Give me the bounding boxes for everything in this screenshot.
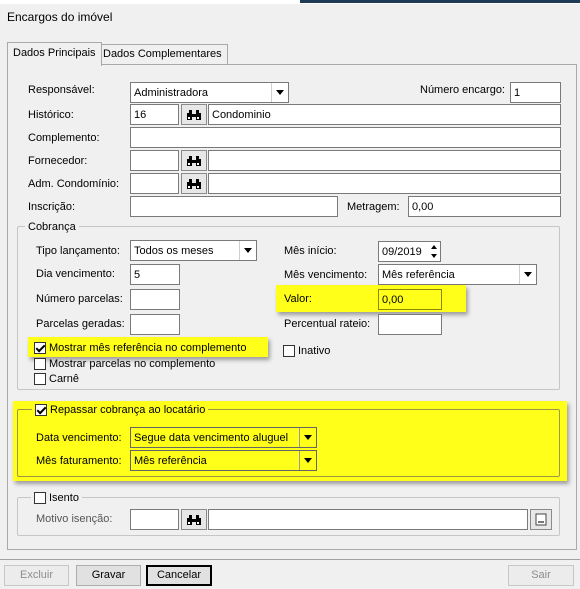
- cancelar-button[interactable]: Cancelar: [146, 565, 212, 586]
- responsavel-label: Responsável:: [28, 84, 95, 96]
- mes-inicio-label: Mês início:: [284, 245, 337, 257]
- spin-down-icon[interactable]: [431, 253, 437, 258]
- tipo-lancamento-select[interactable]: Todos os meses: [130, 240, 257, 261]
- isento-checkbox[interactable]: Isento: [31, 491, 82, 505]
- motivo-code-field[interactable]: [130, 509, 179, 530]
- data-vencimento-value: Segue data vencimento aluguel: [134, 432, 289, 444]
- complemento-field[interactable]: [130, 127, 561, 148]
- checkbox-checked-icon[interactable]: [35, 404, 47, 416]
- valor-field[interactable]: 0,00: [378, 289, 442, 310]
- spin-buttons[interactable]: [429, 243, 439, 260]
- inscricao-label: Inscrição:: [28, 201, 76, 213]
- adm-condominio-desc-field[interactable]: [208, 173, 561, 194]
- mes-inicio-value: 09/2019: [382, 246, 422, 258]
- excluir-button[interactable]: Excluir: [4, 565, 69, 586]
- mes-vencimento-select[interactable]: Mês referência: [378, 264, 537, 285]
- binoculars-icon: [187, 514, 201, 525]
- adm-condominio-search-button[interactable]: [181, 173, 207, 194]
- checkbox-checked-icon[interactable]: [34, 342, 46, 354]
- sair-button[interactable]: Sair: [508, 565, 574, 586]
- metragem-field[interactable]: 0,00: [408, 196, 561, 217]
- checkbox-icon[interactable]: [34, 373, 46, 385]
- mes-faturamento-select[interactable]: Mês referência: [130, 450, 317, 471]
- fornecedor-label: Fornecedor:: [28, 155, 88, 167]
- document-edit-icon: [535, 513, 547, 526]
- dia-vencimento-label: Dia vencimento:: [36, 268, 115, 280]
- historico-label: Histórico:: [28, 109, 74, 121]
- percentual-rateio-field[interactable]: [378, 314, 442, 335]
- cobranca-legend: Cobrança: [25, 220, 79, 234]
- checkbox-icon[interactable]: [34, 358, 46, 370]
- tab-dados-principais[interactable]: Dados Principais: [7, 42, 102, 66]
- mes-vencimento-label: Mês vencimento:: [284, 269, 368, 281]
- fornecedor-desc-field[interactable]: [208, 150, 561, 171]
- chevron-down-icon[interactable]: [519, 265, 536, 284]
- data-vencimento-label: Data vencimento:: [36, 432, 122, 444]
- chevron-down-icon[interactable]: [299, 428, 316, 447]
- tipo-lancamento-label: Tipo lançamento:: [36, 245, 120, 257]
- mes-inicio-field[interactable]: 09/2019: [378, 241, 441, 262]
- mostrar-parcelas-label: Mostrar parcelas no complemento: [49, 358, 216, 370]
- metragem-label: Metragem:: [347, 201, 400, 213]
- numero-encargo-field[interactable]: 1: [510, 82, 561, 103]
- tab-dados-complementares[interactable]: Dados Complementares: [97, 44, 228, 64]
- checkbox-icon[interactable]: [34, 492, 46, 504]
- mes-vencimento-value: Mês referência: [382, 269, 455, 281]
- inativo-checkbox[interactable]: Inativo: [283, 344, 330, 358]
- motivo-search-button[interactable]: [181, 509, 207, 530]
- parcelas-geradas-label: Parcelas geradas:: [36, 318, 125, 330]
- carne-checkbox[interactable]: Carnê: [34, 372, 79, 386]
- fornecedor-search-button[interactable]: [181, 150, 207, 171]
- fornecedor-code-field[interactable]: [130, 150, 179, 171]
- motivo-isencao-label: Motivo isenção:: [36, 513, 113, 525]
- mostrar-mes-checkbox[interactable]: Mostrar mês referência no complemento: [34, 341, 246, 355]
- binoculars-icon: [187, 178, 201, 189]
- motivo-desc-field[interactable]: [208, 509, 528, 530]
- isento-legend: Isento: [49, 492, 79, 504]
- adm-condominio-code-field[interactable]: [130, 173, 179, 194]
- numero-parcelas-field[interactable]: [130, 289, 180, 310]
- responsavel-select[interactable]: Administradora: [130, 82, 289, 103]
- mes-faturamento-label: Mês faturamento:: [36, 455, 122, 467]
- valor-label: Valor:: [284, 293, 312, 305]
- mostrar-parcelas-checkbox[interactable]: Mostrar parcelas no complemento: [34, 357, 215, 371]
- historico-desc-field[interactable]: Condominio: [208, 104, 561, 125]
- chevron-down-icon[interactable]: [299, 451, 316, 470]
- data-vencimento-select[interactable]: Segue data vencimento aluguel: [130, 427, 317, 448]
- title-bar-strip: [0, 0, 580, 4]
- dia-vencimento-field[interactable]: 5: [130, 264, 180, 285]
- spin-up-icon[interactable]: [431, 245, 437, 250]
- adm-condominio-label: Adm. Condomínio:: [28, 178, 120, 190]
- inscricao-field[interactable]: [130, 196, 338, 217]
- parcelas-geradas-field[interactable]: [130, 314, 180, 335]
- gravar-button[interactable]: Gravar: [76, 565, 141, 586]
- historico-search-button[interactable]: [181, 104, 207, 125]
- historico-code-field[interactable]: 16: [130, 104, 179, 125]
- percentual-rateio-label: Percentual rateio:: [284, 318, 371, 330]
- mes-faturamento-value: Mês referência: [134, 455, 207, 467]
- inativo-label: Inativo: [298, 345, 331, 357]
- repasse-legend: Repassar cobrança ao locatário: [50, 404, 206, 416]
- complemento-label: Complemento:: [28, 132, 100, 144]
- window-title: Encargos do imóvel: [7, 10, 113, 24]
- checkbox-icon[interactable]: [283, 345, 295, 357]
- repasse-checkbox[interactable]: Repassar cobrança ao locatário: [32, 403, 209, 417]
- tipo-lancamento-value: Todos os meses: [134, 245, 214, 257]
- binoculars-icon: [187, 155, 201, 166]
- mostrar-mes-label: Mostrar mês referência no complemento: [49, 342, 247, 354]
- responsavel-value: Administradora: [134, 87, 208, 99]
- numero-parcelas-label: Número parcelas:: [36, 293, 123, 305]
- chevron-down-icon[interactable]: [239, 241, 256, 260]
- carne-label: Carnê: [49, 373, 79, 385]
- binoculars-icon: [187, 109, 201, 120]
- footer-separator: [0, 559, 580, 560]
- numero-encargo-label: Número encargo:: [420, 84, 505, 96]
- motivo-edit-button[interactable]: [530, 509, 552, 530]
- chevron-down-icon[interactable]: [271, 83, 288, 102]
